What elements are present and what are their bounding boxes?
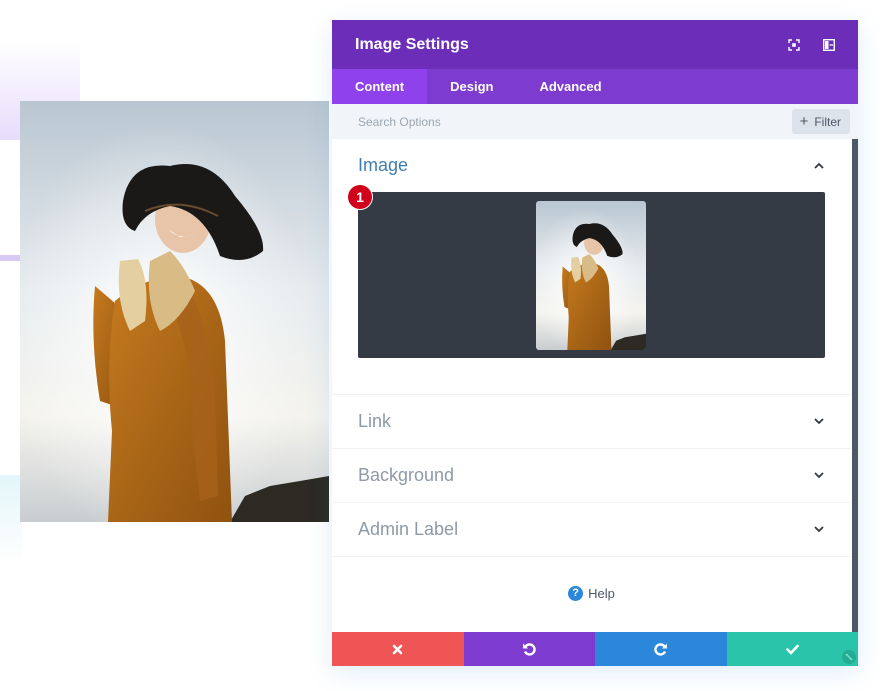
- plus-icon: +: [799, 113, 809, 130]
- chevron-down-icon: [813, 470, 825, 482]
- undo-icon: [523, 643, 536, 656]
- photo-illustration: [20, 101, 329, 522]
- help-icon: ?: [568, 585, 584, 601]
- background-decoration-band: [0, 255, 22, 261]
- section-link: Link: [332, 395, 851, 449]
- section-admin-label: Admin Label: [332, 503, 851, 557]
- modal-footer: [332, 632, 858, 666]
- checkmark-icon: [785, 644, 799, 655]
- section-background-toggle[interactable]: Background: [332, 449, 851, 502]
- section-link-title: Link: [358, 411, 392, 431]
- chevron-down-icon: [813, 416, 825, 428]
- section-image-toggle[interactable]: Image: [332, 139, 851, 192]
- cancel-button[interactable]: [332, 632, 464, 666]
- section-link-toggle[interactable]: Link: [332, 395, 851, 448]
- resize-icon: [845, 653, 853, 661]
- search-options-input[interactable]: [358, 114, 792, 129]
- search-bar: + Filter: [332, 104, 858, 139]
- section-admin-label-toggle[interactable]: Admin Label: [332, 503, 851, 556]
- redo-icon: [654, 643, 667, 656]
- tab-design[interactable]: Design: [427, 69, 516, 104]
- tab-content[interactable]: Content: [332, 69, 428, 104]
- expand-modal-icon[interactable]: [787, 38, 801, 52]
- background-decoration-cyan: [0, 475, 22, 565]
- section-background: Background: [332, 449, 851, 503]
- resize-handle[interactable]: [842, 650, 856, 664]
- step-badge: 1: [348, 185, 372, 209]
- image-upload-preview[interactable]: [358, 192, 825, 358]
- modal-title: Image Settings: [355, 35, 469, 53]
- save-button[interactable]: [726, 632, 858, 666]
- section-image-title: Image: [358, 155, 409, 175]
- image-settings-modal: Image Settings Content Design Advanced S…: [332, 20, 858, 666]
- modal-tabs: Content Design Advanced: [332, 69, 858, 104]
- help-link[interactable]: ? Help: [332, 557, 851, 629]
- tab-advanced[interactable]: Advanced: [516, 69, 624, 104]
- filter-label: Filter: [814, 114, 841, 129]
- section-background-title: Background: [358, 465, 455, 485]
- image-thumbnail: [536, 201, 646, 350]
- modal-scrollbar[interactable]: [852, 139, 858, 632]
- help-label: Help: [588, 585, 615, 601]
- section-image: Image 1: [332, 139, 851, 395]
- undo-button[interactable]: [463, 632, 595, 666]
- section-admin-label-title: Admin Label: [358, 519, 459, 539]
- split-view-icon[interactable]: [822, 38, 836, 52]
- chevron-down-icon: [813, 524, 825, 536]
- modal-body: Image 1 Link Background Admin Label ? He…: [332, 139, 858, 632]
- modal-header: Image Settings: [332, 20, 858, 69]
- page-canvas: Image Settings Content Design Advanced S…: [0, 0, 880, 691]
- chevron-up-icon: [813, 160, 825, 172]
- close-icon: [392, 644, 403, 654]
- redo-button[interactable]: [595, 632, 727, 666]
- filter-button[interactable]: + Filter: [791, 109, 850, 134]
- page-image[interactable]: [20, 101, 329, 522]
